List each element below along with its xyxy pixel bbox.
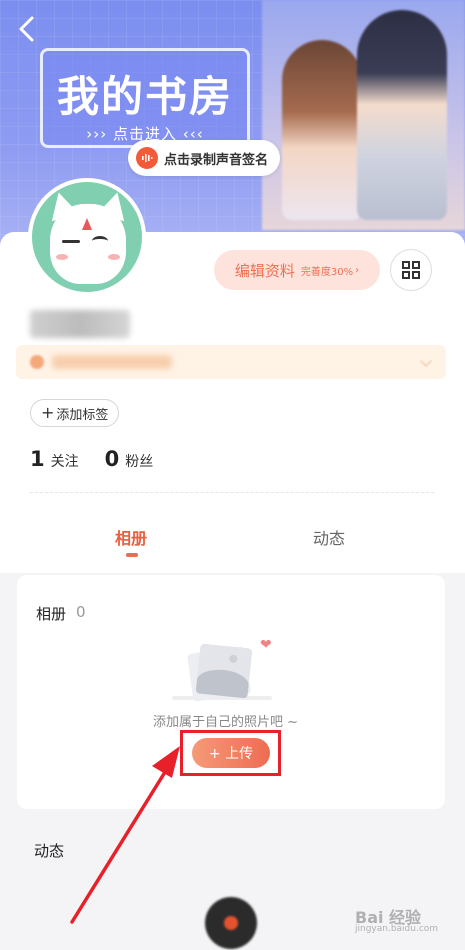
chevron-right-icon: › [355, 264, 360, 276]
photo-placeholder-icon: ❤ [172, 636, 282, 706]
plus-icon: + [41, 403, 55, 422]
qr-code-button[interactable] [390, 249, 432, 291]
level-badge-bar[interactable] [16, 345, 446, 379]
following-label: 关注 [50, 454, 79, 470]
album-photo-count: 0 [76, 603, 86, 621]
watermark: Bai 经验 jingyan.baidu.com [355, 904, 438, 934]
follow-stats: 1 关注 0 粉丝 [30, 447, 179, 471]
followers-stat[interactable]: 0 粉丝 [105, 447, 154, 471]
my-study-card[interactable]: 我的书房 ››› 点击进入 ‹‹‹ [40, 48, 250, 148]
qr-code-icon [402, 261, 420, 279]
record-voice-signature-button[interactable]: 点击录制声音签名 [128, 140, 281, 176]
moment-thumbnail[interactable] [205, 897, 257, 949]
edit-profile-button[interactable]: 编辑资料 完善度30% › [214, 250, 380, 290]
cat-eye-left [62, 240, 80, 243]
watermark-url: jingyan.baidu.com [355, 924, 439, 934]
add-tag-label: 添加标签 [56, 407, 109, 423]
microphone-icon [136, 147, 158, 169]
empty-album-hint: 添加属于自己的照片吧 ~ [153, 715, 299, 730]
tab-album[interactable]: 相册 [115, 525, 147, 549]
badge-text-blurred [52, 355, 172, 369]
cat-blush-left [56, 254, 68, 260]
album-section-title: 相册 [36, 605, 67, 623]
upload-button[interactable]: + 上传 [192, 738, 270, 768]
cat-blush-right [108, 254, 120, 260]
add-tag-button[interactable]: + 添加标签 [30, 399, 120, 427]
chevron-down-icon [420, 355, 432, 367]
character-girl [282, 40, 362, 220]
heart-icon: ❤ [260, 637, 272, 653]
cat-face [50, 204, 126, 284]
cat-eye-right [92, 236, 108, 246]
tab-moments[interactable]: 动态 [313, 525, 345, 549]
profile-completion: 完善度30% [300, 266, 354, 278]
banner-characters-image [262, 0, 465, 230]
badge-icon [30, 355, 44, 369]
following-count: 1 [30, 447, 45, 471]
study-title: 我的书房 [56, 72, 233, 121]
photo-front [195, 643, 253, 699]
followers-count: 0 [104, 447, 120, 471]
followers-label: 粉丝 [125, 454, 154, 470]
record-label: 点击录制声音签名 [164, 152, 269, 168]
following-stat[interactable]: 1 关注 [30, 447, 79, 471]
divider [30, 492, 434, 493]
username-blurred [30, 310, 130, 338]
edit-profile-label: 编辑资料 [234, 261, 295, 280]
red-arrow-annotation [70, 746, 180, 924]
character-boy [357, 10, 447, 220]
avatar[interactable] [28, 178, 146, 296]
active-tab-indicator [126, 553, 138, 557]
back-arrow-icon[interactable] [16, 14, 44, 48]
